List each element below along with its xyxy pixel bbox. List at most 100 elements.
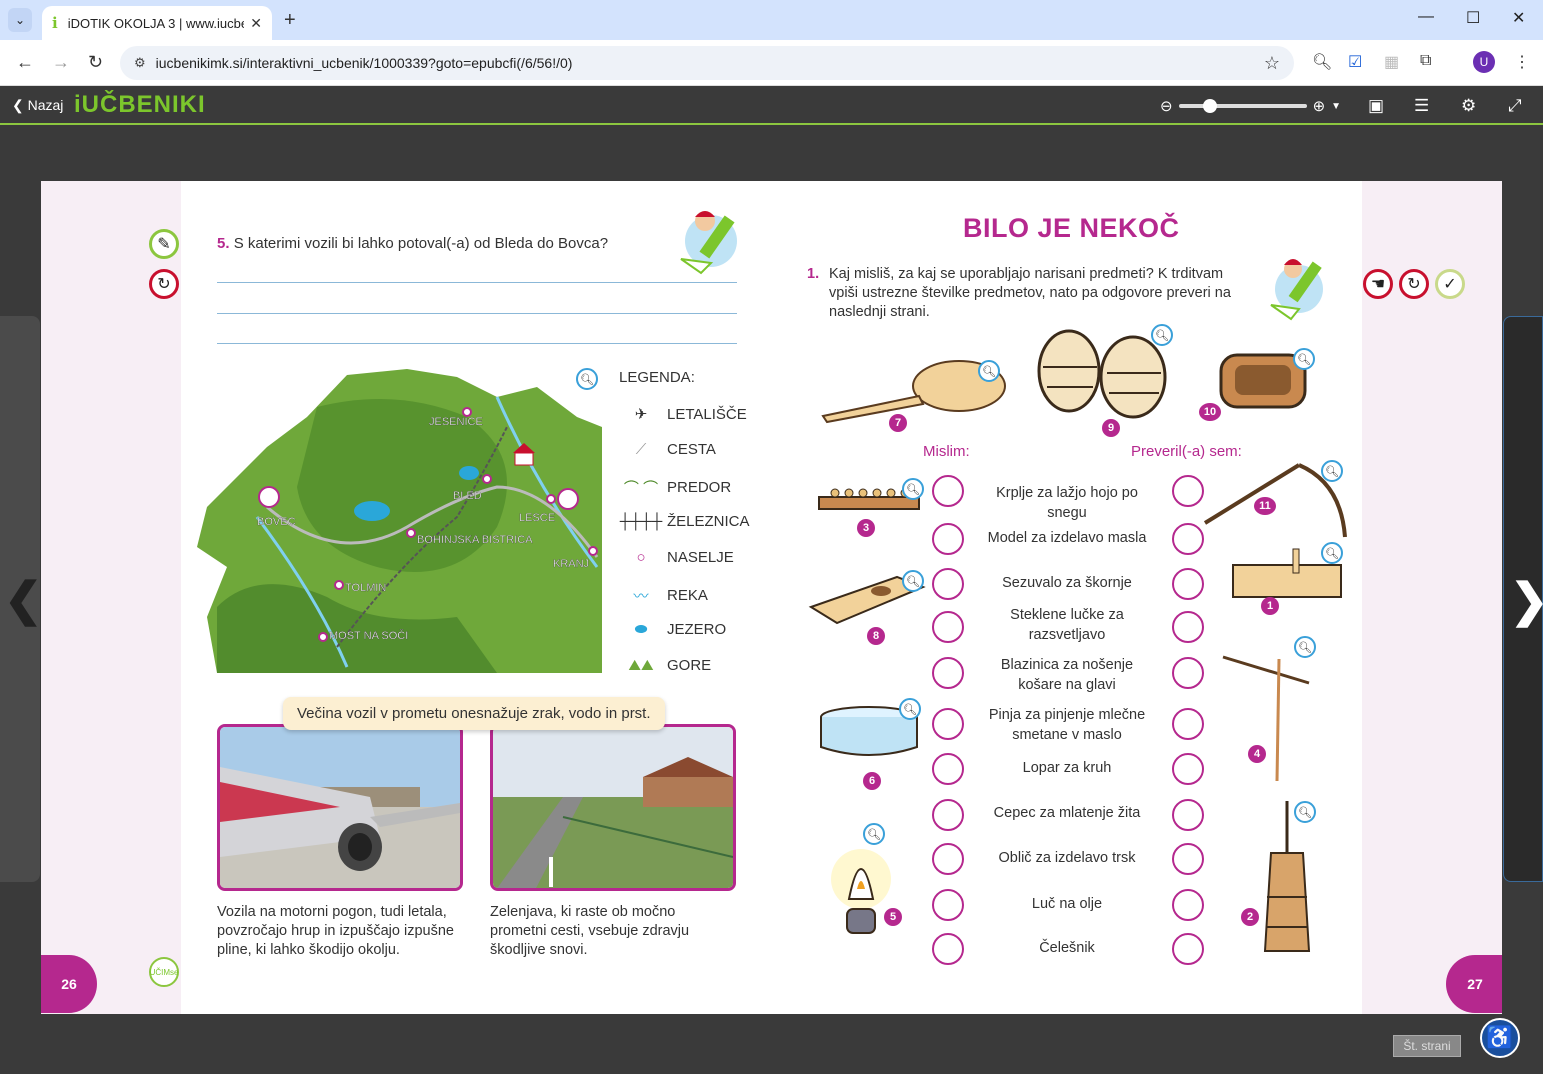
think-answer-circle[interactable]	[932, 523, 964, 555]
page-number-button[interactable]: Št. strani	[1393, 1035, 1461, 1057]
next-page-panel[interactable]: ❯	[1503, 316, 1543, 882]
right-margin	[1362, 181, 1502, 1014]
zoom-object-8-icon[interactable]: 🔍︎	[902, 570, 924, 592]
think-answer-circle[interactable]	[932, 933, 964, 965]
extension-check-icon[interactable]: ☑	[1348, 52, 1362, 72]
zoom-object-4-icon[interactable]: 🔍︎	[1294, 636, 1316, 658]
browser-tab[interactable]: i iDOTIK OKOLJA 3 | www.iucbeni ✕	[42, 6, 272, 40]
close-window-icon[interactable]: ✕	[1512, 8, 1525, 28]
check-answers-icon[interactable]: ✓	[1435, 269, 1465, 299]
settings-gear-icon[interactable]: ⚙	[1461, 96, 1476, 116]
legend-item-river: 〰 REKA	[619, 585, 707, 606]
back-button[interactable]: ❮ Nazaj	[12, 97, 63, 114]
check-answer-circle[interactable]	[1172, 753, 1204, 785]
accessibility-icon[interactable]: ♿	[1480, 1018, 1520, 1058]
refresh-exercise-icon[interactable]: ↻	[149, 269, 179, 299]
answer-line-2[interactable]	[217, 313, 737, 314]
check-answer-circle[interactable]	[1172, 657, 1204, 689]
extensions-puzzle-icon[interactable]: ⧉	[1420, 52, 1431, 70]
minimize-icon[interactable]: —	[1418, 8, 1434, 26]
zoom-search-icon[interactable]: 🔍︎	[1312, 52, 1332, 72]
previous-page-arrow-icon[interactable]: ❮	[4, 572, 43, 626]
zoom-object-11-icon[interactable]: 🔍︎	[1321, 460, 1343, 482]
object-number-3: 3	[857, 519, 875, 537]
profile-avatar[interactable]: U	[1473, 51, 1495, 73]
check-answer-circle[interactable]	[1172, 843, 1204, 875]
object-number-6: 6	[863, 772, 881, 790]
think-answer-circle[interactable]	[932, 708, 964, 740]
think-answer-circle[interactable]	[932, 799, 964, 831]
zoom-slider[interactable]	[1178, 99, 1307, 113]
map-label-bovec: BOVEC	[257, 516, 296, 528]
check-answer-circle[interactable]	[1172, 523, 1204, 555]
legend-item-lake: ⬬ JEZERO	[619, 621, 727, 638]
object-number-9: 9	[1102, 419, 1120, 437]
zoom-object-7-icon[interactable]: 🔍︎	[978, 360, 1000, 382]
check-answer-circle[interactable]	[1172, 475, 1204, 507]
zoom-object-2-icon[interactable]: 🔍︎	[1294, 801, 1316, 823]
check-answer-circle[interactable]	[1172, 568, 1204, 600]
extension-grid-icon[interactable]: ▦	[1384, 52, 1399, 72]
next-page-arrow-icon[interactable]: ❯	[1510, 573, 1543, 627]
zoom-slider-knob[interactable]	[1202, 99, 1217, 113]
fullscreen-icon[interactable]: ⤢	[1508, 96, 1522, 116]
bookmark-star-icon[interactable]: ☆	[1264, 53, 1280, 74]
airplane-icon: ✈	[634, 406, 648, 423]
check-answer-circle[interactable]	[1172, 708, 1204, 740]
think-answer-circle[interactable]	[932, 843, 964, 875]
zoom-in-icon[interactable]: ⊕	[1313, 97, 1326, 115]
forward-arrow-icon[interactable]: →	[52, 52, 70, 73]
check-answer-circle[interactable]	[1172, 611, 1204, 643]
statement-text: Model za izdelavo masla	[987, 530, 1147, 546]
zoom-object-3-icon[interactable]: 🔍︎	[902, 478, 924, 500]
browser-menu-icon[interactable]: ⋮	[1514, 52, 1530, 72]
mountains-icon: ⛰⛰	[628, 657, 654, 674]
address-bar[interactable]: ⚙ iucbenikimk.si/interaktivni_ucbenik/10…	[120, 46, 1294, 80]
back-arrow-icon[interactable]: ←	[16, 52, 34, 73]
tab-search-dropdown[interactable]: ⌄	[8, 8, 32, 32]
road-icon: ⟋	[635, 441, 647, 458]
airplane-caption: Vozila na motorni pogon, tudi letala, po…	[217, 904, 454, 958]
check-answer-circle[interactable]	[1172, 889, 1204, 921]
object-number-11: 11	[1254, 497, 1276, 515]
think-answer-circle[interactable]	[932, 889, 964, 921]
answer-line-1[interactable]	[217, 282, 737, 283]
zoom-out-icon[interactable]: ⊖	[1160, 97, 1173, 115]
hand-tool-icon[interactable]: ☚	[1363, 269, 1393, 299]
legend-label: ŽELEZNICA	[667, 513, 750, 530]
reload-icon[interactable]: ↻	[88, 52, 103, 73]
zoom-object-1-icon[interactable]: 🔍︎	[1321, 542, 1343, 564]
check-answer-circle[interactable]	[1172, 799, 1204, 831]
previous-page-panel[interactable]: ❮	[0, 316, 43, 882]
think-answer-circle[interactable]	[932, 475, 964, 507]
statement-text: Blazinica za nošenje košare na glavi	[1000, 657, 1134, 693]
site-info-icon[interactable]: ⚙	[134, 55, 146, 71]
think-answer-circle[interactable]	[932, 568, 964, 600]
ucimse-logo[interactable]: UČIMse	[149, 957, 179, 987]
zoom-object-5-icon[interactable]: 🔍︎	[863, 823, 885, 845]
check-answer-circle[interactable]	[1172, 933, 1204, 965]
question-1-number: 1.	[807, 266, 820, 282]
tab-close-button[interactable]: ✕	[250, 15, 262, 32]
zoom-dropdown-icon[interactable]: ▼	[1331, 101, 1341, 112]
maximize-icon[interactable]: ☐	[1466, 8, 1480, 28]
think-answer-circle[interactable]	[932, 753, 964, 785]
new-tab-button[interactable]: +	[284, 9, 296, 32]
legend-item-railway: ┼┼┼┼ ŽELEZNICA	[619, 513, 750, 530]
map-label-most-na-soci: MOST NA SOČI	[329, 629, 408, 642]
think-answer-circle[interactable]	[932, 657, 964, 689]
contents-list-icon[interactable]: ☰	[1414, 96, 1429, 116]
page-view-icon[interactable]: ▣	[1368, 96, 1384, 116]
page-number-left: 26	[41, 955, 97, 1013]
railway-icon: ┼┼┼┼	[619, 513, 663, 530]
zoom-object-9-icon[interactable]: 🔍︎	[1151, 324, 1173, 346]
zoom-object-6-icon[interactable]: 🔍︎	[899, 698, 921, 720]
think-answer-circle[interactable]	[932, 611, 964, 643]
question-1-text: Kaj misliš, za kaj se uporabljajo narisa…	[829, 266, 1231, 320]
refresh-exercise-icon-right[interactable]: ↻	[1399, 269, 1429, 299]
answer-line-3[interactable]	[217, 343, 737, 344]
map-zoom-icon[interactable]: 🔍︎	[576, 368, 598, 390]
add-notes-icon[interactable]: ✎	[149, 229, 179, 259]
zoom-object-10-icon[interactable]: 🔍︎	[1293, 348, 1315, 370]
snowshoes-illustration	[1037, 329, 1167, 419]
